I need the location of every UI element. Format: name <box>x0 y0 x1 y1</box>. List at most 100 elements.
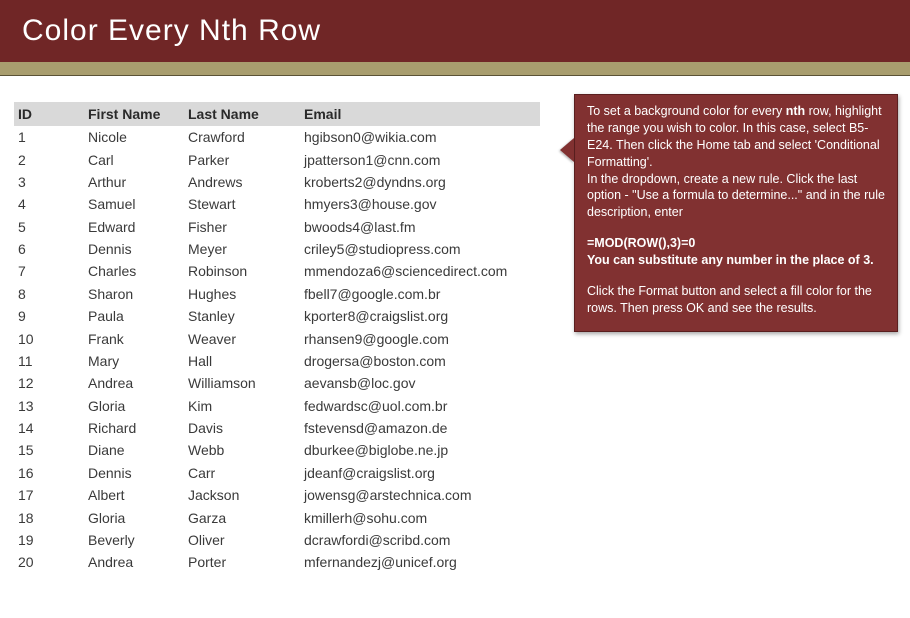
table-row: 3ArthurAndrewskroberts2@dyndns.org <box>14 171 540 193</box>
table-header-row: ID First Name Last Name Email <box>14 102 540 126</box>
table-row: 9PaulaStanleykporter8@craigslist.org <box>14 305 540 327</box>
callout-arrow-icon <box>560 138 574 162</box>
cell-email: kroberts2@dyndns.org <box>300 171 540 193</box>
table-row: 8SharonHughesfbell7@google.com.br <box>14 283 540 305</box>
cell-first: Dennis <box>84 462 184 484</box>
cell-id: 9 <box>14 305 84 327</box>
cell-email: jdeanf@craigslist.org <box>300 462 540 484</box>
cell-id: 7 <box>14 260 84 282</box>
header-last: Last Name <box>184 102 300 126</box>
cell-first: Gloria <box>84 395 184 417</box>
cell-last: Kim <box>184 395 300 417</box>
cell-last: Webb <box>184 439 300 461</box>
table-row: 16DennisCarrjdeanf@craigslist.org <box>14 462 540 484</box>
cell-first: Andrea <box>84 372 184 394</box>
cell-id: 17 <box>14 484 84 506</box>
table-row: 13GloriaKimfedwardsc@uol.com.br <box>14 395 540 417</box>
cell-email: dburkee@biglobe.ne.jp <box>300 439 540 461</box>
cell-first: Richard <box>84 417 184 439</box>
cell-last: Carr <box>184 462 300 484</box>
cell-last: Stewart <box>184 193 300 215</box>
cell-first: Samuel <box>84 193 184 215</box>
cell-id: 5 <box>14 216 84 238</box>
cell-last: Stanley <box>184 305 300 327</box>
cell-email: dcrawfordi@scribd.com <box>300 529 540 551</box>
table-row: 6DennisMeyercriley5@studiopress.com <box>14 238 540 260</box>
cell-email: hmyers3@house.gov <box>300 193 540 215</box>
cell-last: Davis <box>184 417 300 439</box>
cell-id: 8 <box>14 283 84 305</box>
cell-last: Porter <box>184 551 300 573</box>
table-row: 18GloriaGarzakmillerh@sohu.com <box>14 506 540 528</box>
cell-id: 19 <box>14 529 84 551</box>
cell-id: 12 <box>14 372 84 394</box>
table-row: 12AndreaWilliamsonaevansb@loc.gov <box>14 372 540 394</box>
cell-first: Carl <box>84 148 184 170</box>
table-row: 2CarlParkerjpatterson1@cnn.com <box>14 148 540 170</box>
cell-email: jowensg@arstechnica.com <box>300 484 540 506</box>
cell-id: 10 <box>14 327 84 349</box>
cell-email: mfernandezj@unicef.org <box>300 551 540 573</box>
cell-email: criley5@studiopress.com <box>300 238 540 260</box>
cell-email: kporter8@craigslist.org <box>300 305 540 327</box>
cell-last: Garza <box>184 506 300 528</box>
cell-last: Crawford <box>184 126 300 148</box>
cell-first: Sharon <box>84 283 184 305</box>
cell-last: Meyer <box>184 238 300 260</box>
cell-first: Beverly <box>84 529 184 551</box>
cell-id: 11 <box>14 350 84 372</box>
table-row: 19BeverlyOliverdcrawfordi@scribd.com <box>14 529 540 551</box>
cell-last: Robinson <box>184 260 300 282</box>
callout-nth: nth <box>786 104 805 118</box>
cell-first: Arthur <box>84 171 184 193</box>
data-table: ID First Name Last Name Email 1NicoleCra… <box>14 102 540 574</box>
cell-email: fstevensd@amazon.de <box>300 417 540 439</box>
cell-last: Oliver <box>184 529 300 551</box>
cell-id: 1 <box>14 126 84 148</box>
cell-last: Parker <box>184 148 300 170</box>
cell-last: Hughes <box>184 283 300 305</box>
callout-body: To set a background color for every nth … <box>574 94 898 332</box>
cell-id: 4 <box>14 193 84 215</box>
table-row: 11MaryHalldrogersa@boston.com <box>14 350 540 372</box>
cell-first: Gloria <box>84 506 184 528</box>
cell-email: fedwardsc@uol.com.br <box>300 395 540 417</box>
table-row: 1NicoleCrawfordhgibson0@wikia.com <box>14 126 540 148</box>
content-area: ID First Name Last Name Email 1NicoleCra… <box>0 76 910 574</box>
cell-first: Nicole <box>84 126 184 148</box>
cell-email: kmillerh@sohu.com <box>300 506 540 528</box>
cell-email: rhansen9@google.com <box>300 327 540 349</box>
cell-email: mmendoza6@sciencedirect.com <box>300 260 540 282</box>
cell-id: 15 <box>14 439 84 461</box>
cell-first: Mary <box>84 350 184 372</box>
cell-id: 20 <box>14 551 84 573</box>
cell-email: bwoods4@last.fm <box>300 216 540 238</box>
table-body: 1NicoleCrawfordhgibson0@wikia.com2CarlPa… <box>14 126 540 574</box>
cell-id: 3 <box>14 171 84 193</box>
cell-id: 16 <box>14 462 84 484</box>
cell-id: 13 <box>14 395 84 417</box>
cell-first: Albert <box>84 484 184 506</box>
cell-email: fbell7@google.com.br <box>300 283 540 305</box>
cell-id: 18 <box>14 506 84 528</box>
callout-formula: =MOD(ROW(),3)=0 <box>587 235 885 252</box>
header-email: Email <box>300 102 540 126</box>
cell-first: Andrea <box>84 551 184 573</box>
table-row: 20AndreaPortermfernandezj@unicef.org <box>14 551 540 573</box>
cell-email: hgibson0@wikia.com <box>300 126 540 148</box>
instruction-callout: To set a background color for every nth … <box>560 94 898 332</box>
cell-first: Dennis <box>84 238 184 260</box>
callout-paragraph: To set a background color for every nth … <box>587 103 885 171</box>
cell-last: Andrews <box>184 171 300 193</box>
table-row: 14RichardDavisfstevensd@amazon.de <box>14 417 540 439</box>
table-row: 15DianeWebbdburkee@biglobe.ne.jp <box>14 439 540 461</box>
cell-id: 2 <box>14 148 84 170</box>
cell-first: Diane <box>84 439 184 461</box>
callout-substitute: You can substitute any number in the pla… <box>587 252 885 269</box>
cell-email: jpatterson1@cnn.com <box>300 148 540 170</box>
cell-id: 14 <box>14 417 84 439</box>
cell-first: Charles <box>84 260 184 282</box>
cell-first: Paula <box>84 305 184 327</box>
cell-last: Hall <box>184 350 300 372</box>
cell-first: Frank <box>84 327 184 349</box>
